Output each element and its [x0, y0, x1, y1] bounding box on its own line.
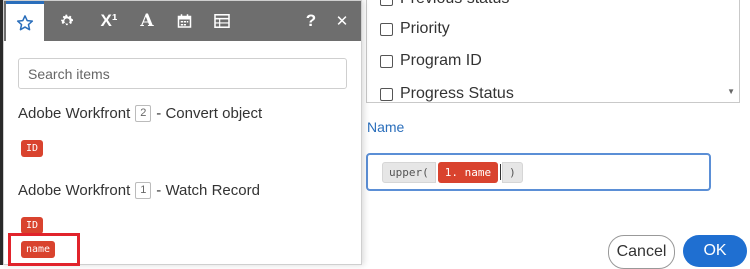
module-number-badge: 2 [135, 105, 152, 122]
name-formula-input[interactable]: upper( 1. name ) [366, 153, 711, 191]
close-icon[interactable]: ✕ [328, 1, 356, 41]
mappable-item-id[interactable]: ID [21, 140, 44, 157]
checklist-item[interactable]: Program ID [380, 50, 482, 72]
table-icon[interactable] [203, 1, 241, 41]
module-number-badge: 1 [135, 182, 152, 199]
checkbox[interactable] [380, 22, 393, 36]
function-close[interactable]: ) [502, 161, 523, 183]
checklist-item[interactable]: Progress Status [380, 83, 514, 102]
checkbox[interactable] [380, 87, 393, 101]
module-name: Adobe Workfront [18, 182, 131, 199]
ok-button[interactable]: OK [683, 235, 747, 267]
gear-icon[interactable] [48, 1, 86, 41]
module-action: - Watch Record [156, 182, 260, 199]
annotation-highlight-box [8, 233, 80, 266]
search-items-input[interactable] [18, 58, 347, 89]
checklist-item-label: Program ID [400, 52, 482, 69]
cancel-button[interactable]: Cancel [608, 235, 675, 269]
help-icon[interactable]: ? [298, 1, 324, 41]
module-header: Adobe Workfront 2 - Convert object [18, 105, 262, 122]
mappable-item-id[interactable]: ID [21, 217, 44, 234]
scroll-down-icon[interactable]: ▼ [727, 87, 735, 96]
checklist-item[interactable]: Previous status [380, 0, 509, 10]
superscript-icon[interactable]: X¹ [90, 1, 128, 41]
module-action: - Convert object [156, 105, 263, 122]
mapped-item-token[interactable]: 1. name [437, 161, 499, 183]
checklist-item-label: Priority [400, 20, 450, 37]
module-name: Adobe Workfront [18, 105, 131, 122]
function-open[interactable]: upper( [382, 161, 436, 183]
mapping-toolbar: X¹ A ? ✕ [4, 1, 361, 42]
checklist-item-label: Progress Status [400, 85, 514, 102]
checkbox[interactable] [380, 0, 393, 6]
mapping-panel: X¹ A ? ✕ Adobe Workfront 2 - Convert obj… [3, 0, 362, 266]
checklist-item-label: Previous status [400, 0, 509, 8]
calendar-icon[interactable] [165, 1, 203, 41]
name-field-label: Name [367, 119, 405, 135]
checklist-item[interactable]: Priority [380, 18, 450, 40]
checkbox[interactable] [380, 54, 393, 68]
star-icon[interactable] [6, 1, 44, 42]
text-icon[interactable]: A [128, 1, 166, 41]
module-header: Adobe Workfront 1 - Watch Record [18, 182, 260, 199]
text-cursor [500, 164, 502, 180]
field-checklist: Previous status Priority Program ID Prog… [366, 0, 740, 103]
